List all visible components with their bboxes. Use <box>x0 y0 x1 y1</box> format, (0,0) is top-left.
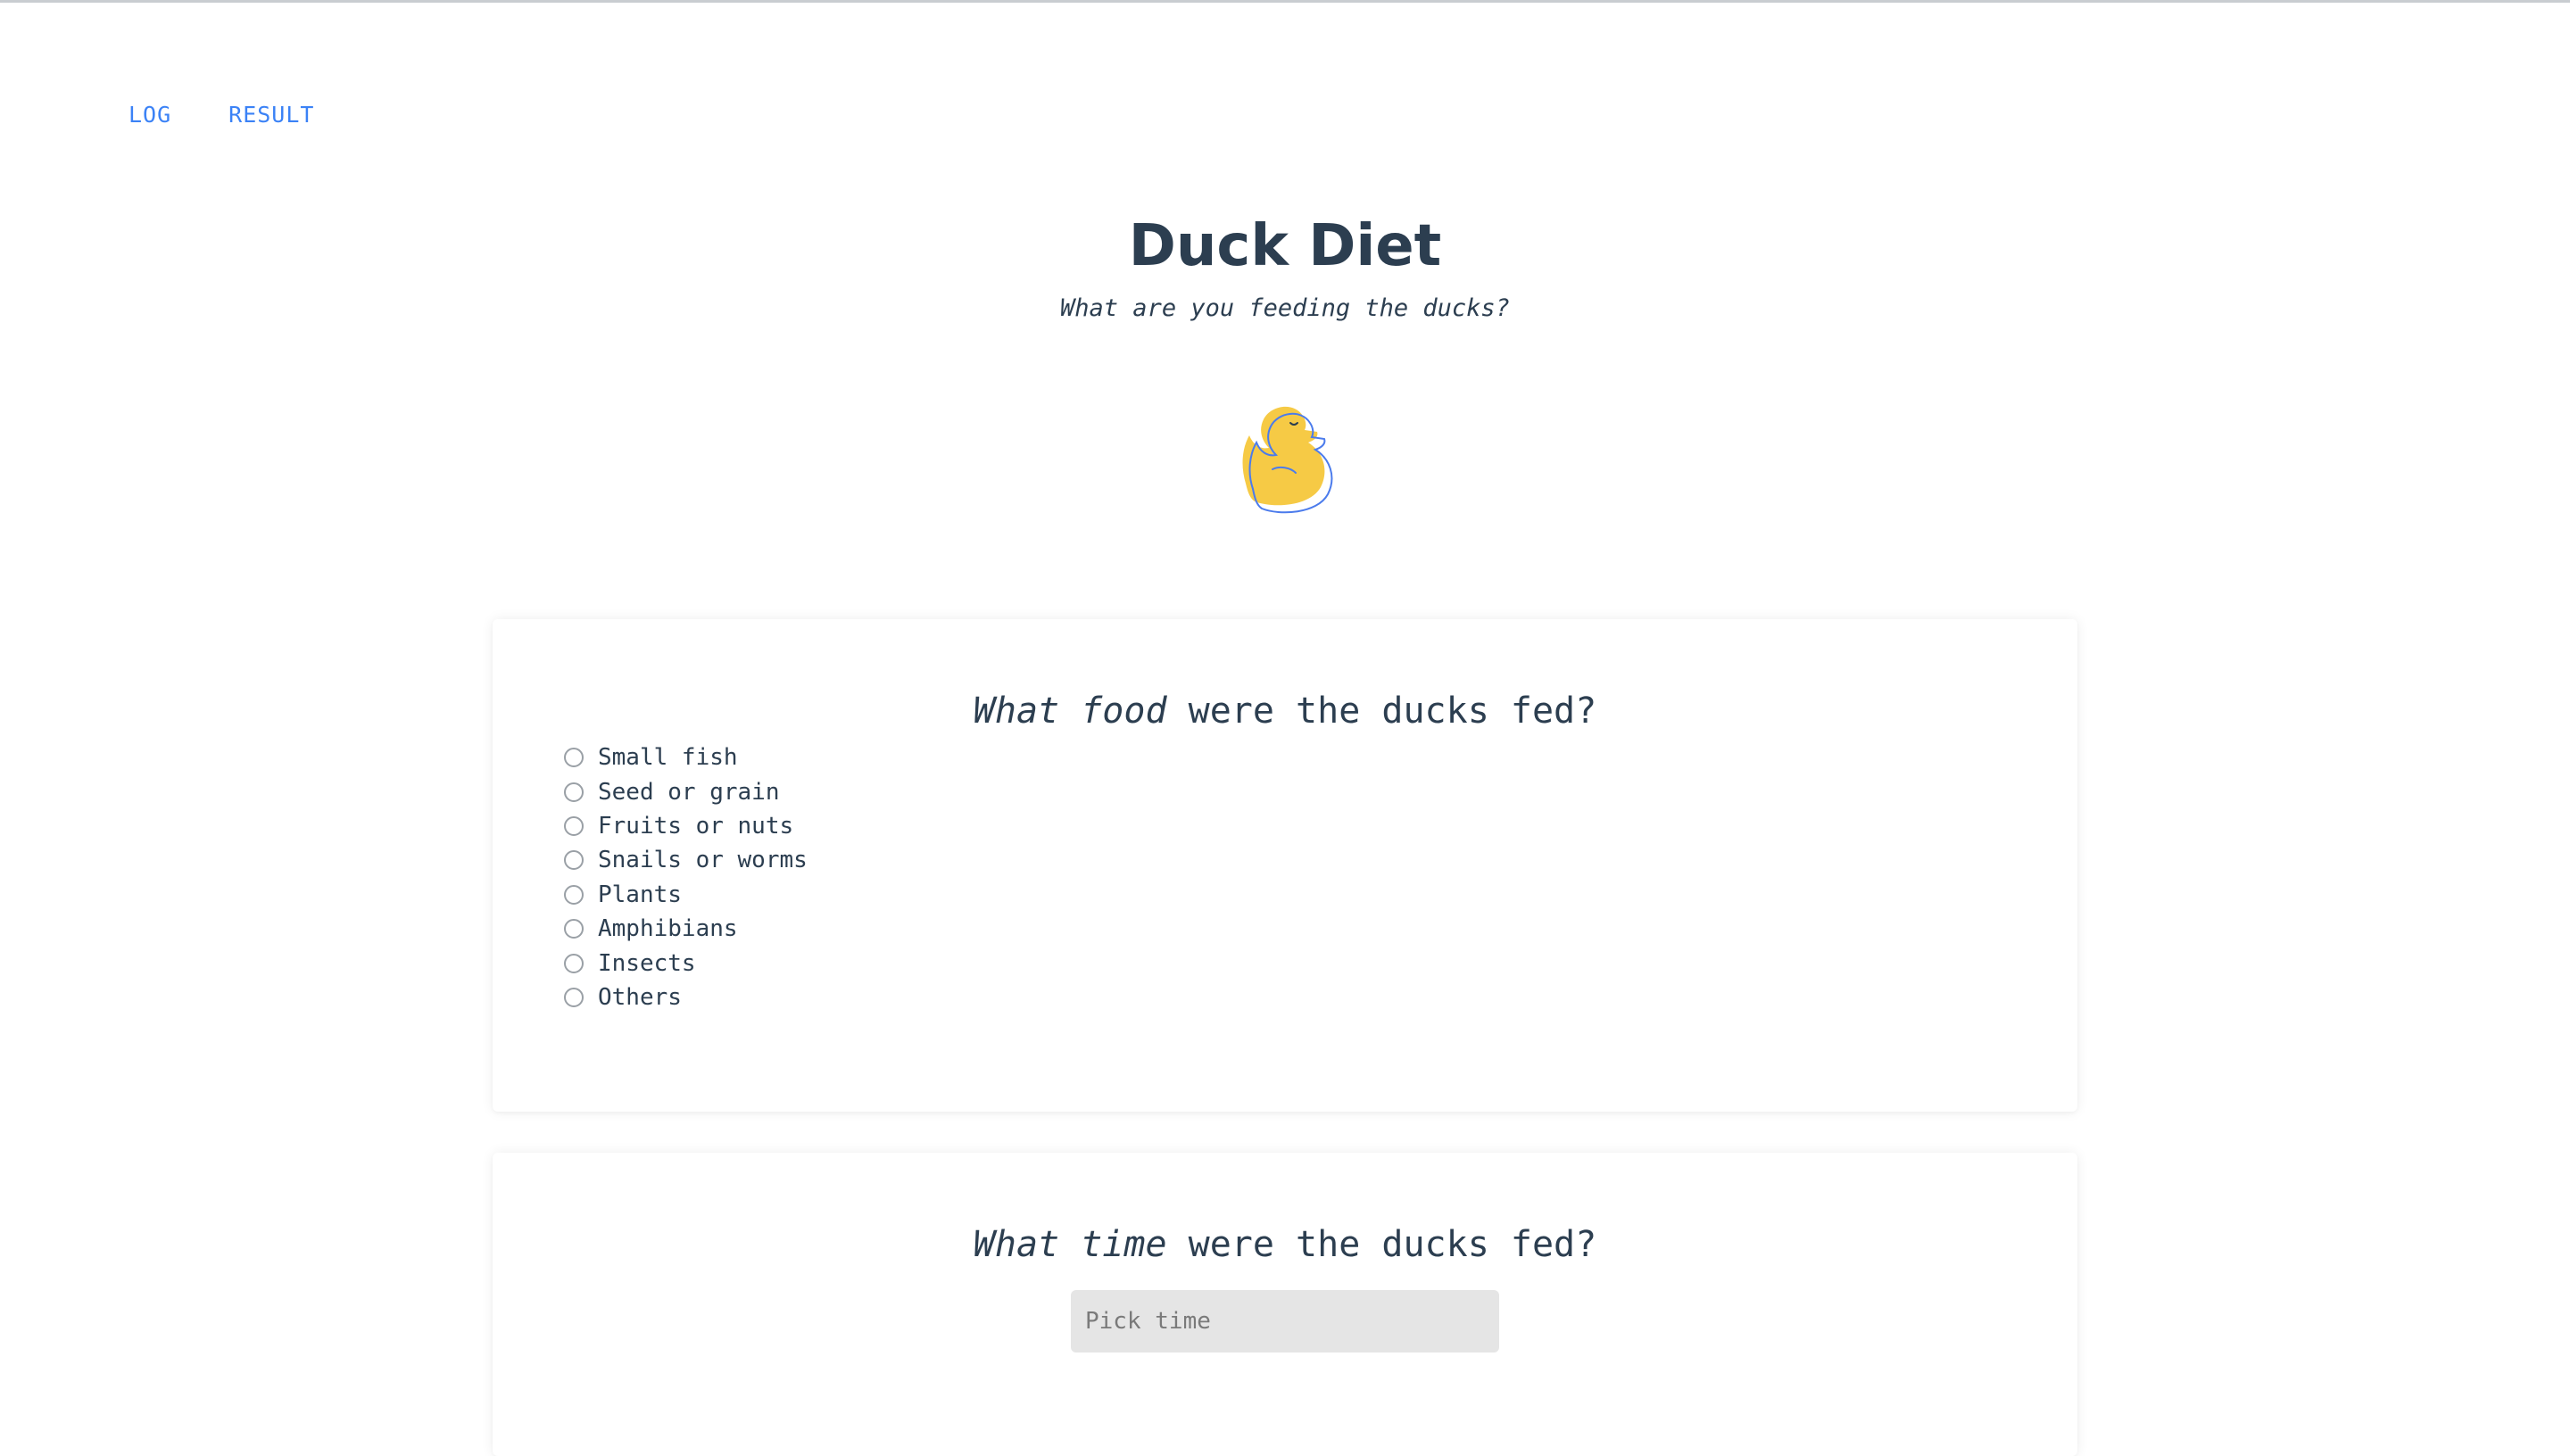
food-option-amphibians[interactable]: Amphibians <box>564 912 808 946</box>
page-title: Duck Diet <box>1128 213 1442 279</box>
nav-log-link[interactable]: LOG <box>128 102 171 128</box>
time-question-rest: were the ducks fed? <box>1166 1224 1597 1265</box>
food-option-plants[interactable]: Plants <box>564 878 808 912</box>
food-option-snails-or-worms[interactable]: Snails or worms <box>564 843 808 877</box>
food-question-rest: were the ducks fed? <box>1166 691 1597 732</box>
radio-button[interactable] <box>564 987 584 1007</box>
option-label: Others <box>598 983 682 1011</box>
page-subtitle: What are you feeding the ducks? <box>1060 294 1510 322</box>
radio-button[interactable] <box>564 815 584 836</box>
food-option-small-fish[interactable]: Small fish <box>564 740 808 774</box>
food-option-fruits-or-nuts[interactable]: Fruits or nuts <box>564 809 808 843</box>
option-label: Seed or grain <box>598 778 780 806</box>
food-option-seed-or-grain[interactable]: Seed or grain <box>564 774 808 808</box>
time-question-card: What time were the ducks fed? <box>493 1153 2077 1456</box>
nav-result-link[interactable]: RESULT <box>228 102 314 128</box>
food-question-emphasis: What food <box>973 691 1167 732</box>
option-label: Amphibians <box>598 915 738 943</box>
radio-button[interactable] <box>564 782 584 802</box>
time-picker-input[interactable] <box>1071 1290 1499 1353</box>
food-option-others[interactable]: Others <box>564 980 808 1014</box>
option-label: Snails or worms <box>598 847 808 874</box>
food-options: Small fish Seed or grain Fruits or nuts … <box>564 740 808 1014</box>
time-question-heading: What time were the ducks fed? <box>493 1224 2077 1265</box>
top-border <box>0 0 2570 3</box>
radio-button[interactable] <box>564 850 584 871</box>
top-nav: LOG RESULT <box>128 102 314 128</box>
time-question-emphasis: What time <box>973 1224 1167 1265</box>
duck-icon <box>1242 406 1333 514</box>
radio-button[interactable] <box>564 953 584 973</box>
food-option-insects[interactable]: Insects <box>564 946 808 980</box>
radio-button[interactable] <box>564 919 584 939</box>
option-label: Small fish <box>598 744 738 772</box>
option-label: Fruits or nuts <box>598 812 794 840</box>
radio-button[interactable] <box>564 884 584 905</box>
food-question-card: What food were the ducks fed? Small fish… <box>493 619 2077 1112</box>
option-label: Insects <box>598 949 696 977</box>
radio-button[interactable] <box>564 748 584 768</box>
food-question-heading: What food were the ducks fed? <box>493 691 2077 732</box>
option-label: Plants <box>598 881 682 908</box>
